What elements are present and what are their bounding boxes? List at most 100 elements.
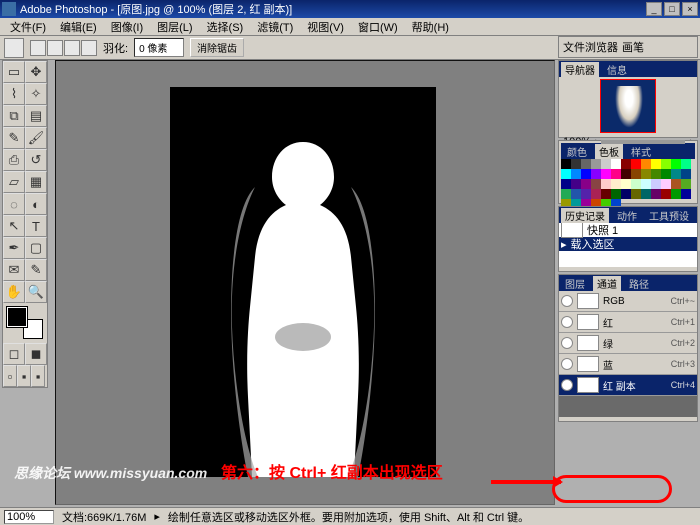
swatch[interactable]	[631, 189, 641, 199]
notes-tool[interactable]: ✉	[3, 259, 25, 281]
channel-row[interactable]: 蓝Ctrl+3	[559, 354, 697, 375]
swatch[interactable]	[671, 169, 681, 179]
swatch[interactable]	[611, 179, 621, 189]
selmode-add-icon[interactable]	[47, 40, 63, 56]
swatch[interactable]	[581, 159, 591, 169]
menu-window[interactable]: 窗口(W)	[352, 18, 404, 36]
shape-tool[interactable]: ▢	[25, 237, 47, 259]
crop-tool[interactable]: ⧉	[3, 105, 25, 127]
swatch[interactable]	[571, 179, 581, 189]
visibility-icon[interactable]	[561, 295, 573, 307]
swatch[interactable]	[681, 169, 691, 179]
swatch[interactable]	[591, 179, 601, 189]
history-snapshot[interactable]: 快照 1	[559, 223, 697, 237]
stamp-tool[interactable]: ⎙	[3, 149, 25, 171]
visibility-icon[interactable]	[561, 316, 573, 328]
tab-swatches[interactable]: 色板	[595, 144, 623, 159]
move-tool[interactable]: ✥	[25, 61, 47, 83]
menu-image[interactable]: 图像(I)	[105, 18, 149, 36]
menu-file[interactable]: 文件(F)	[4, 18, 52, 36]
visibility-icon[interactable]	[561, 358, 573, 370]
path-tool[interactable]: ↖	[3, 215, 25, 237]
menu-layer[interactable]: 图层(L)	[151, 18, 198, 36]
heal-tool[interactable]: ✎	[3, 127, 25, 149]
swatch[interactable]	[571, 189, 581, 199]
tab-history[interactable]: 历史记录	[561, 208, 609, 223]
swatch[interactable]	[601, 189, 611, 199]
swatch[interactable]	[561, 169, 571, 179]
swatch-grid[interactable]	[561, 159, 695, 209]
history-brush-tool[interactable]: ↺	[25, 149, 47, 171]
tab-info[interactable]: 信息	[603, 62, 631, 77]
channel-row[interactable]: 红Ctrl+1	[559, 312, 697, 333]
lasso-icon[interactable]	[4, 38, 24, 58]
tab-color[interactable]: 颜色	[563, 144, 591, 159]
swatch[interactable]	[651, 179, 661, 189]
zoom-slider[interactable]	[601, 140, 686, 144]
swatch[interactable]	[671, 179, 681, 189]
tab-filebrowser[interactable]: 文件浏览器	[563, 39, 618, 55]
navigator-thumbnail[interactable]	[600, 79, 656, 133]
selmode-sub-icon[interactable]	[64, 40, 80, 56]
swatch[interactable]	[561, 189, 571, 199]
swatch[interactable]	[571, 169, 581, 179]
swatch[interactable]	[581, 169, 591, 179]
channel-row[interactable]: 👁红 副本Ctrl+4	[559, 375, 697, 396]
swatch[interactable]	[621, 169, 631, 179]
tab-layers[interactable]: 图层	[561, 276, 589, 291]
menu-edit[interactable]: 编辑(E)	[54, 18, 103, 36]
swatch[interactable]	[631, 159, 641, 169]
swatch[interactable]	[621, 189, 631, 199]
swatch[interactable]	[601, 159, 611, 169]
screenmode-2[interactable]: ▪	[17, 365, 31, 387]
swatch[interactable]	[611, 169, 621, 179]
swatch[interactable]	[681, 159, 691, 169]
swatch[interactable]	[601, 179, 611, 189]
swatch[interactable]	[661, 159, 671, 169]
swatch[interactable]	[601, 169, 611, 179]
swatch[interactable]	[591, 169, 601, 179]
channel-row[interactable]: 绿Ctrl+2	[559, 333, 697, 354]
close-button[interactable]: ×	[682, 2, 698, 16]
swatch[interactable]	[671, 189, 681, 199]
lasso-tool[interactable]: ⌇	[3, 83, 25, 105]
channel-row[interactable]: RGBCtrl+~	[559, 291, 697, 312]
minimize-button[interactable]: _	[646, 2, 662, 16]
swatch[interactable]	[581, 179, 591, 189]
screenmode-3[interactable]: ▪	[31, 365, 45, 387]
swatch[interactable]	[561, 179, 571, 189]
screenmode-1[interactable]: ▫	[3, 365, 17, 387]
swatch[interactable]	[661, 179, 671, 189]
canvas[interactable]	[170, 87, 436, 477]
swatch[interactable]	[591, 189, 601, 199]
brush-tool[interactable]: 🖌	[25, 127, 47, 149]
swatch[interactable]	[651, 169, 661, 179]
swatch[interactable]	[651, 159, 661, 169]
maximize-button[interactable]: □	[664, 2, 680, 16]
canvas-viewport[interactable]	[60, 87, 538, 488]
gradient-tool[interactable]: ▦	[25, 171, 47, 193]
quickmask-off[interactable]: ◻	[3, 343, 25, 365]
menu-help[interactable]: 帮助(H)	[406, 18, 455, 36]
swatch[interactable]	[661, 169, 671, 179]
tab-brushes[interactable]: 画笔	[622, 39, 644, 55]
visibility-icon[interactable]: 👁	[561, 379, 573, 391]
swatch[interactable]	[651, 189, 661, 199]
swatch[interactable]	[661, 189, 671, 199]
swatch[interactable]	[621, 159, 631, 169]
menu-filter[interactable]: 滤镜(T)	[251, 18, 299, 36]
swatch[interactable]	[641, 159, 651, 169]
foreground-color[interactable]	[7, 307, 27, 327]
tab-styles[interactable]: 样式	[627, 144, 655, 159]
quickmask-on[interactable]: ◼	[25, 343, 47, 365]
zoom-tool[interactable]: 🔍	[25, 281, 47, 303]
swatch[interactable]	[621, 179, 631, 189]
swatch[interactable]	[641, 169, 651, 179]
pen-tool[interactable]: ✒	[3, 237, 25, 259]
blur-tool[interactable]: ◌	[3, 193, 25, 215]
swatch[interactable]	[671, 159, 681, 169]
tab-toolpresets[interactable]: 工具预设	[645, 208, 693, 223]
swatch[interactable]	[611, 159, 621, 169]
swatch[interactable]	[631, 179, 641, 189]
swatch[interactable]	[581, 189, 591, 199]
